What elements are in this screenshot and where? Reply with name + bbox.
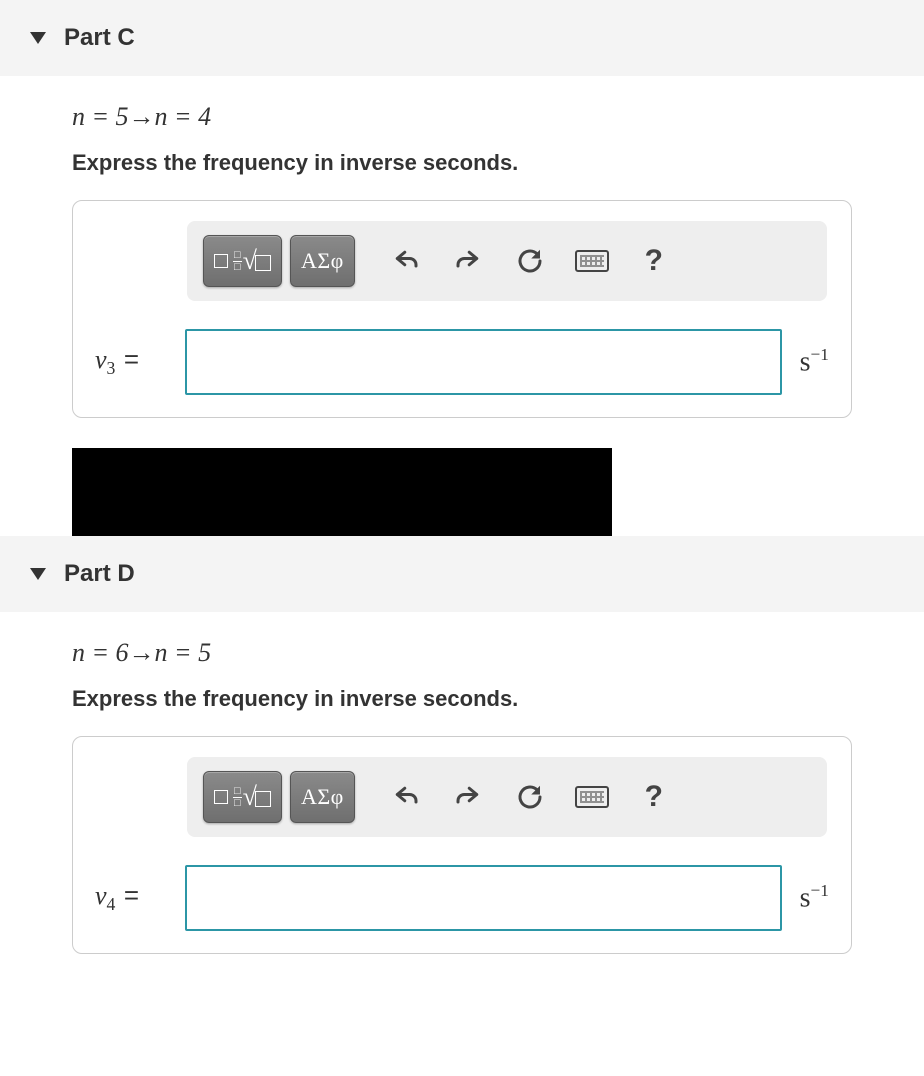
redacted-block [72, 448, 612, 536]
part-c-answer-input[interactable] [185, 329, 782, 395]
templates-button[interactable]: □□ √ [203, 235, 282, 287]
help-icon: ? [645, 780, 663, 814]
keyboard-button[interactable] [565, 235, 619, 287]
part-d-answer-row: ν4 = s−1 [95, 865, 829, 931]
reset-button[interactable] [503, 771, 557, 823]
help-button[interactable]: ? [627, 771, 681, 823]
part-c-section: Part C n = 5→n = 4 Express the frequency… [0, 0, 924, 536]
part-c-header[interactable]: Part C [0, 0, 924, 76]
greek-button[interactable]: ΑΣφ [290, 235, 355, 287]
redo-icon [453, 782, 483, 812]
keyboard-icon [575, 250, 609, 272]
undo-icon [391, 782, 421, 812]
part-d-answer-box: □□ √ ΑΣφ ? [72, 736, 852, 954]
part-c-formula: n = 5→n = 4 [72, 102, 852, 132]
redo-icon [453, 246, 483, 276]
reset-icon [515, 782, 545, 812]
part-c-instruction: Express the frequency in inverse seconds… [72, 150, 852, 176]
part-d-variable-label: ν4 = [95, 880, 177, 915]
part-d-section: Part D n = 6→n = 5 Express the frequency… [0, 536, 924, 980]
part-d-formula: n = 6→n = 5 [72, 638, 852, 668]
part-d-header[interactable]: Part D [0, 536, 924, 612]
redo-button[interactable] [441, 771, 495, 823]
collapse-caret-icon [30, 568, 46, 580]
part-d-answer-input[interactable] [185, 865, 782, 931]
reset-icon [515, 246, 545, 276]
part-c-answer-row: ν3 = s−1 [95, 329, 829, 395]
keyboard-button[interactable] [565, 771, 619, 823]
part-d-unit: s−1 [800, 881, 829, 914]
part-d-body: n = 6→n = 5 Express the frequency in inv… [0, 612, 924, 980]
collapse-caret-icon [30, 32, 46, 44]
part-c-answer-box: □□ √ ΑΣφ ? [72, 200, 852, 418]
reset-button[interactable] [503, 235, 557, 287]
keyboard-icon [575, 786, 609, 808]
answer-toolbar: □□ √ ΑΣφ ? [187, 757, 827, 837]
help-button[interactable]: ? [627, 235, 681, 287]
templates-button[interactable]: □□ √ [203, 771, 282, 823]
part-c-title: Part C [64, 24, 135, 52]
answer-toolbar: □□ √ ΑΣφ ? [187, 221, 827, 301]
part-d-title: Part D [64, 560, 135, 588]
undo-icon [391, 246, 421, 276]
greek-button[interactable]: ΑΣφ [290, 771, 355, 823]
help-icon: ? [645, 244, 663, 278]
redo-button[interactable] [441, 235, 495, 287]
part-c-unit: s−1 [800, 345, 829, 378]
part-c-body: n = 5→n = 4 Express the frequency in inv… [0, 76, 924, 444]
part-d-instruction: Express the frequency in inverse seconds… [72, 686, 852, 712]
undo-button[interactable] [379, 771, 433, 823]
undo-button[interactable] [379, 235, 433, 287]
part-c-variable-label: ν3 = [95, 344, 177, 379]
